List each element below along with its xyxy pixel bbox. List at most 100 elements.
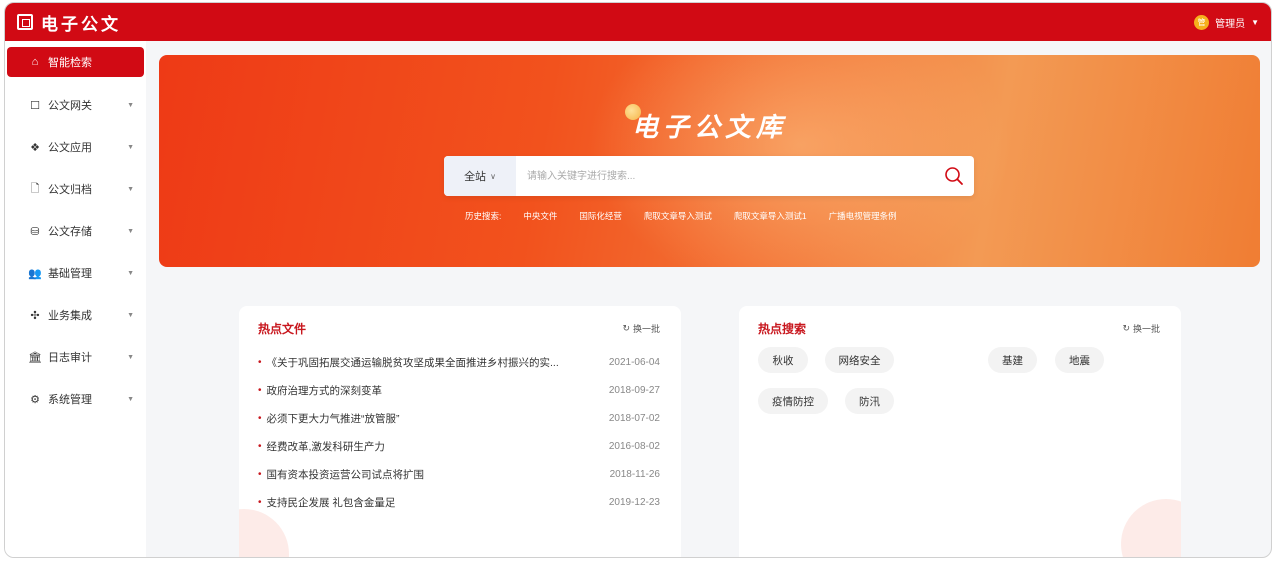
list-item[interactable]: • 国有资本投资运营公司试点将扩围 2018-11-26	[258, 460, 660, 488]
bullet-icon: •	[258, 412, 262, 424]
app-title: 电子公文	[41, 14, 121, 35]
top-bar: 电子公文 管 管理员 ▼	[5, 3, 1271, 41]
sidebar-item-label: 业务集成	[48, 310, 92, 322]
sidebar-item-gateway[interactable]: ☐ 公文网关 ▼	[7, 89, 144, 121]
refresh-button[interactable]: ↻ 换一批	[622, 322, 660, 335]
sidebar-item-integration[interactable]: ✣ 业务集成 ▼	[7, 299, 144, 331]
refresh-label: 换一批	[632, 324, 660, 334]
sidebar-item-application[interactable]: ❖ 公文应用 ▼	[7, 131, 144, 163]
brand[interactable]: 电子公文	[17, 10, 121, 35]
search-tag[interactable]: 基建	[988, 347, 1037, 373]
search-history-item[interactable]: 中央文件	[523, 210, 557, 222]
search-tag[interactable]	[911, 388, 981, 414]
grid-icon: ❖	[30, 141, 40, 154]
sidebar-item-system[interactable]: ⚙ 系统管理 ▼	[7, 383, 144, 415]
square-icon: ☐	[30, 99, 40, 112]
hot-documents-card: 热点文件 ↻ 换一批 • 《关于巩固拓展交通运输脱贫攻坚成果全面推进乡村振兴的实.…	[239, 306, 681, 557]
search-history-item[interactable]: 广播电视管理条例	[829, 210, 897, 222]
hot-search-card: 热点搜索 ↻ 换一批 秋收 网络安全 基建 地震 疫情防控 防汛	[739, 306, 1181, 557]
refresh-button[interactable]: ↻ 换一批	[1122, 322, 1160, 335]
search-tag[interactable]: 秋收	[758, 347, 808, 373]
search-history-item[interactable]: 爬取文章导入测试1	[734, 210, 807, 222]
hero-banner: 电子公文库 全站 ∨ 历史搜索: 中央文件 国际化经营 爬取文章导入测试 爬取文…	[159, 55, 1260, 267]
hero-title: 电子公文库	[631, 113, 787, 143]
search-history-item[interactable]: 国际化经营	[579, 210, 622, 222]
sidebar-item-basic-management[interactable]: 👥 基础管理 ▼	[7, 257, 144, 289]
chevron-down-icon: ▼	[127, 185, 134, 193]
document-date: 2018-07-02	[608, 412, 660, 424]
sidebar-item-label: 公文归档	[48, 184, 92, 196]
card-title: 热点文件	[255, 317, 307, 336]
bullet-icon: •	[258, 384, 262, 396]
sidebar: ⌂ 智能检索 ☐ 公文网关 ▼ ❖ 公文应用 ▼ 🗋 公文归档 ▼ ⛁ 公文存储…	[5, 41, 146, 557]
sidebar-item-label: 智能检索	[48, 57, 92, 69]
document-title: 支持民企发展 礼包含金量足	[266, 496, 396, 509]
document-title: 《关于巩固拓展交通运输脱贫攻坚成果全面推进乡村振兴的实...	[266, 356, 559, 369]
user-name: 管理员	[1215, 18, 1246, 30]
document-date: 2018-11-26	[609, 468, 660, 480]
sidebar-item-label: 系统管理	[48, 394, 92, 406]
bullet-icon: •	[258, 496, 262, 508]
refresh-label: 换一批	[1132, 324, 1160, 334]
list-item[interactable]: • 支持民企发展 礼包含金量足 2019-12-23	[258, 488, 660, 516]
search-tag[interactable]: 疫情防控	[758, 388, 828, 414]
card-title: 热点搜索	[755, 317, 807, 336]
chevron-down-icon: ∨	[490, 171, 496, 181]
sidebar-item-audit-log[interactable]: 🏛 日志审计 ▼	[7, 341, 144, 373]
sidebar-item-smart-search[interactable]: ⌂ 智能检索	[7, 47, 144, 77]
user-menu[interactable]: 管 管理员 ▼	[1194, 14, 1259, 30]
avatar: 管	[1194, 14, 1210, 30]
bullet-icon: •	[258, 356, 262, 368]
bank-icon: 🏛	[28, 351, 42, 364]
search-history-label: 历史搜索:	[465, 211, 502, 221]
list-item[interactable]: • 政府治理方式的深刻变革 2018-09-27	[258, 376, 660, 404]
search-history: 历史搜索: 中央文件 国际化经营 爬取文章导入测试 爬取文章导入测试1 广播电视…	[465, 210, 897, 222]
decorative-shape	[1121, 499, 1181, 557]
list-item[interactable]: • 经费改革,激发科研生产力 2016-08-02	[258, 432, 660, 460]
search-bar: 全站 ∨	[444, 156, 974, 196]
search-tag[interactable]	[1065, 388, 1115, 414]
chevron-down-icon: ▼	[127, 395, 134, 403]
search-tag[interactable]: 防汛	[845, 388, 894, 414]
search-tag[interactable]: 网络安全	[825, 347, 894, 373]
search-tag[interactable]	[998, 388, 1048, 414]
sidebar-item-label: 日志审计	[48, 352, 92, 364]
caret-down-icon: ▼	[1251, 17, 1259, 27]
app-window: 电子公文 管 管理员 ▼ ⌂ 智能检索 ☐ 公文网关 ▼ ❖ 公文应用 ▼ 🗋 …	[4, 2, 1272, 558]
search-tag[interactable]: 地震	[1055, 347, 1104, 373]
document-list: • 《关于巩固拓展交通运输脱贫攻坚成果全面推进乡村振兴的实... 2021-06-…	[258, 348, 660, 516]
sidebar-item-label: 公文应用	[48, 142, 92, 154]
gears-icon: ⚙	[30, 393, 40, 406]
users-icon: 👥	[28, 267, 42, 280]
home-icon: ⌂	[31, 56, 39, 68]
card-header: 热点文件 ↻ 换一批	[255, 317, 660, 337]
search-icon	[945, 167, 963, 185]
refresh-icon: ↻	[622, 323, 630, 333]
list-item[interactable]: • 《关于巩固拓展交通运输脱贫攻坚成果全面推进乡村振兴的实... 2021-06-…	[258, 348, 660, 376]
list-item[interactable]: • 必须下更大力气推进“放管服” 2018-07-02	[258, 404, 660, 432]
search-scope-value: 全站	[464, 171, 487, 183]
file-icon: 🗋	[30, 182, 40, 195]
document-title: 经费改革,激发科研生产力	[266, 440, 385, 453]
bullet-icon: •	[258, 440, 262, 452]
refresh-icon: ↻	[1122, 323, 1130, 333]
chevron-down-icon: ▼	[127, 143, 134, 151]
sidebar-item-archive[interactable]: 🗋 公文归档 ▼	[7, 173, 144, 205]
search-history-item[interactable]: 爬取文章导入测试	[644, 210, 712, 222]
search-tag[interactable]	[911, 347, 971, 373]
chevron-down-icon: ▼	[127, 269, 134, 277]
search-button[interactable]	[934, 156, 974, 196]
chevron-down-icon: ▼	[127, 101, 134, 109]
document-date: 2018-09-27	[608, 384, 660, 396]
chevron-down-icon: ▼	[127, 353, 134, 361]
sidebar-item-label: 公文网关	[48, 100, 92, 112]
integration-icon: ✣	[30, 309, 40, 322]
search-input[interactable]	[516, 156, 934, 196]
sidebar-item-storage[interactable]: ⛁ 公文存储 ▼	[7, 215, 144, 247]
card-header: 热点搜索 ↻ 换一批	[755, 317, 1160, 337]
document-date: 2016-08-02	[608, 440, 660, 452]
storage-icon: ⛁	[30, 225, 40, 238]
search-scope-select[interactable]: 全站 ∨	[444, 156, 516, 196]
chevron-down-icon: ▼	[127, 311, 134, 319]
document-title: 政府治理方式的深刻变革	[266, 384, 383, 397]
